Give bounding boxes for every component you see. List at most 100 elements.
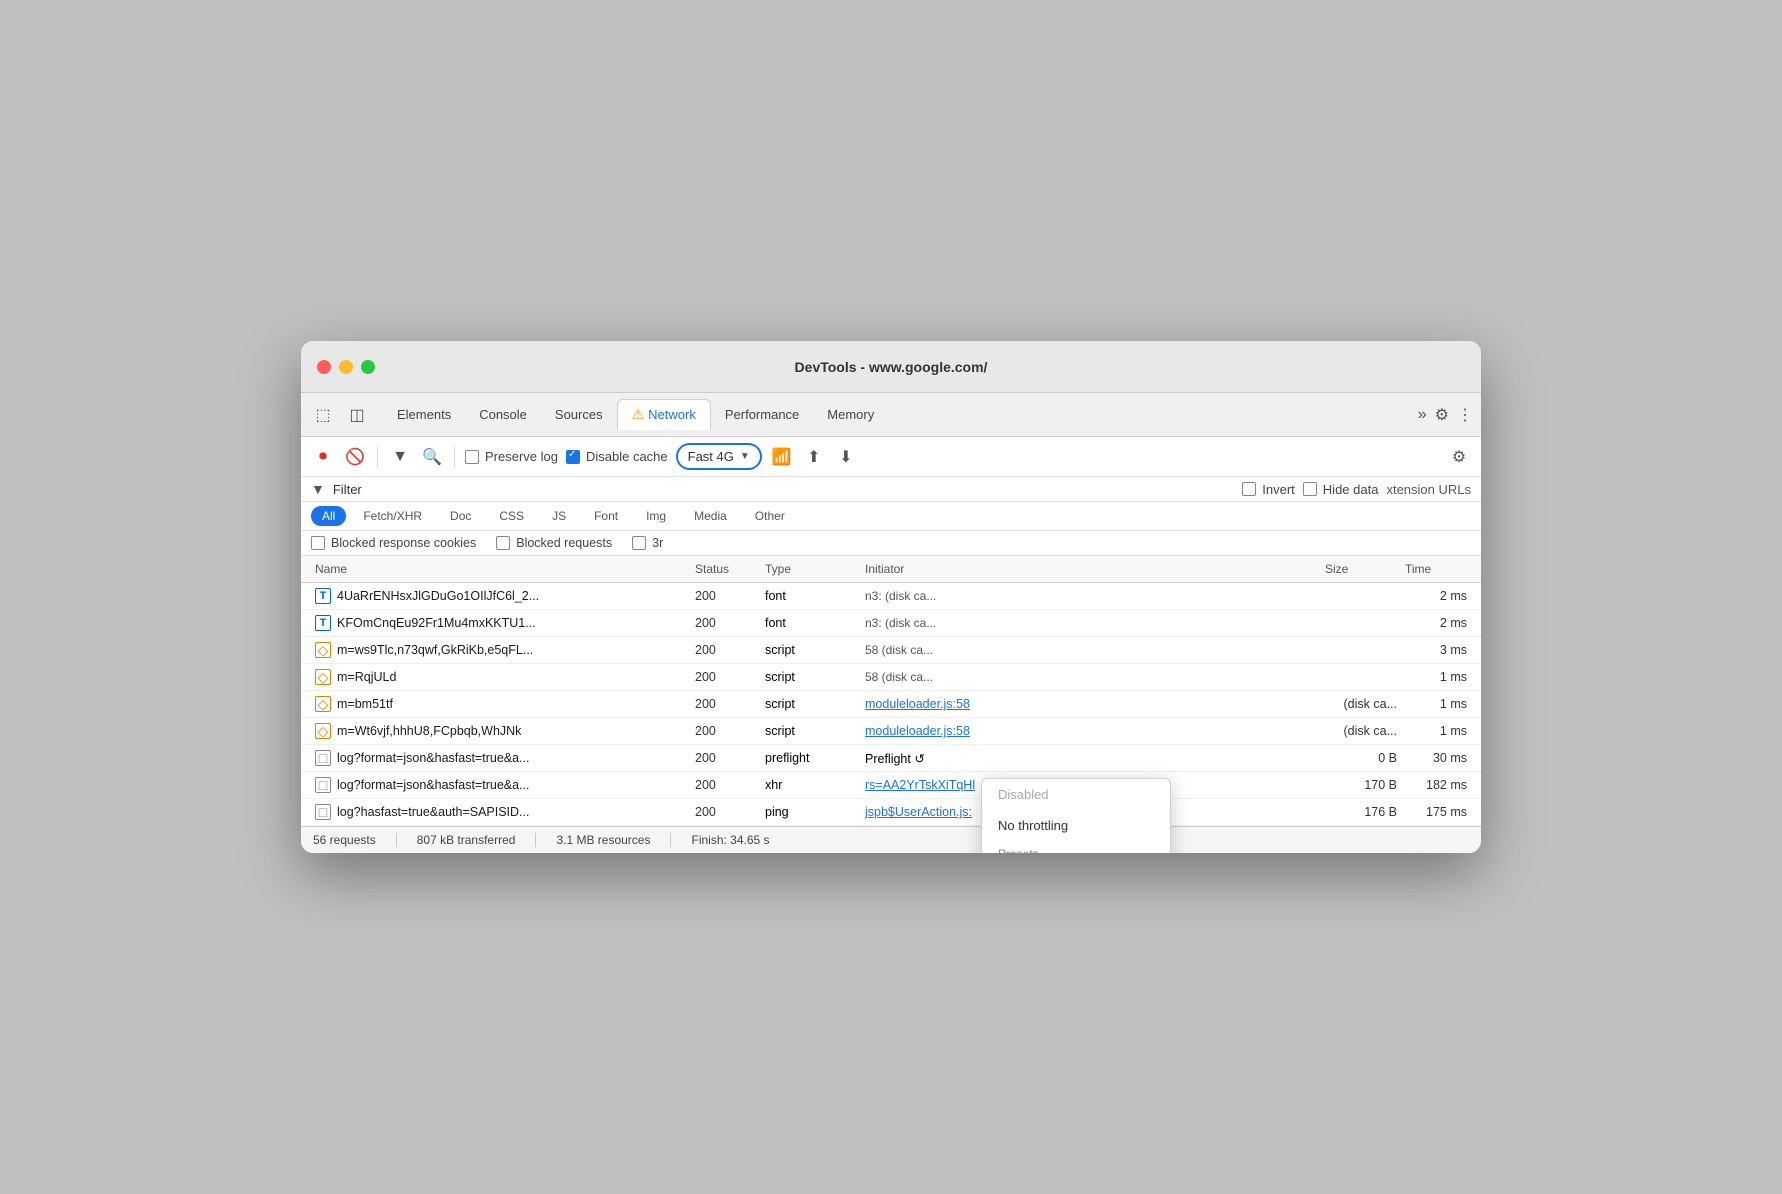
import-icon[interactable]: ⬆	[802, 445, 826, 469]
close-button[interactable]	[317, 360, 331, 374]
blocked-cookies-checkbox[interactable]	[311, 536, 325, 550]
file-name: m=Wt6vjf,hhhU8,FCpbqb,WhJNk	[337, 724, 521, 738]
more-tabs-icon[interactable]: »	[1418, 406, 1427, 424]
throttle-dropdown-button[interactable]: Fast 4G ▼	[676, 443, 762, 470]
tab-icon-group: ⬚ ◫	[309, 401, 371, 429]
type-btn-other[interactable]: Other	[744, 506, 796, 526]
header-time[interactable]: Time	[1401, 556, 1471, 582]
cursor-icon[interactable]: ⬚	[309, 401, 337, 429]
tab-console[interactable]: Console	[465, 401, 541, 428]
hide-data-checkbox[interactable]	[1303, 482, 1317, 496]
cell-status: 200	[691, 638, 761, 662]
cell-name: ◇ m=ws9Tlc,n73qwf,GkRiKb,e5qFL...	[311, 637, 691, 663]
header-size[interactable]: Size	[1321, 556, 1401, 582]
titlebar: DevTools - www.google.com/	[301, 341, 1481, 393]
blocked-requests-checkbox[interactable]	[496, 536, 510, 550]
cell-size	[1321, 618, 1401, 628]
cell-name: □ log?format=json&hasfast=true&a...	[311, 745, 691, 771]
cell-size	[1321, 672, 1401, 682]
type-btn-media[interactable]: Media	[683, 506, 738, 526]
type-btn-fetchxhr[interactable]: Fetch/XHR	[352, 506, 433, 526]
blocked-requests-item: Blocked requests	[496, 536, 612, 550]
minimize-button[interactable]	[339, 360, 353, 374]
throttle-dropdown: Disabled No throttling Presets ✓ Fast 4G…	[981, 778, 1171, 853]
tab-sources[interactable]: Sources	[541, 401, 617, 428]
extension-urls-label: xtension URLs	[1386, 482, 1471, 497]
cell-type: script	[761, 665, 861, 689]
cell-initiator: 58 (disk ca...	[861, 638, 1321, 662]
table-row[interactable]: □ log?format=json&hasfast=true&a... 200 …	[301, 772, 1481, 799]
cell-type: font	[761, 584, 861, 608]
file-name: 4UaRrENHsxJlGDuGo1OIlJfC6l_2...	[337, 589, 539, 603]
invert-checkbox[interactable]	[1242, 482, 1256, 496]
tab-network[interactable]: ⚠ Network	[617, 399, 711, 430]
blocked-bar: Blocked response cookies Blocked request…	[301, 531, 1481, 556]
header-name[interactable]: Name	[311, 556, 691, 582]
record-button[interactable]: ⏺	[311, 445, 335, 469]
settings-icon[interactable]: ⚙	[1435, 405, 1449, 425]
maximize-button[interactable]	[361, 360, 375, 374]
dropdown-item-no-throttling[interactable]: No throttling	[982, 810, 1170, 841]
network-conditions-icon[interactable]: 📶	[770, 445, 794, 469]
type-btn-css[interactable]: CSS	[488, 506, 535, 526]
file-name: log?format=json&hasfast=true&a...	[337, 778, 529, 792]
table-row[interactable]: ◇ m=RqjULd 200 script 58 (disk ca... 1 m…	[301, 664, 1481, 691]
filter-icon[interactable]: ▼	[388, 445, 412, 469]
export-icon[interactable]: ⬇	[834, 445, 858, 469]
cell-name: ◇ m=bm51tf	[311, 691, 691, 717]
blocked-3r-checkbox[interactable]	[632, 536, 646, 550]
table-row[interactable]: ◇ m=bm51tf 200 script moduleloader.js:58…	[301, 691, 1481, 718]
chevron-down-icon: ▼	[740, 451, 750, 462]
type-btn-img[interactable]: Img	[635, 506, 677, 526]
cell-initiator: n3: (disk ca...	[861, 611, 1321, 635]
preserve-log-checkbox[interactable]	[465, 450, 479, 464]
cell-size	[1321, 591, 1401, 601]
type-btn-font[interactable]: Font	[583, 506, 629, 526]
cell-size: 170 B	[1321, 773, 1401, 797]
dropdown-item-disabled[interactable]: Disabled	[982, 779, 1170, 810]
inspect-icon[interactable]: ◫	[343, 401, 371, 429]
table-row[interactable]: □ log?format=json&hasfast=true&a... 200 …	[301, 745, 1481, 772]
file-name: log?hasfast=true&auth=SAPISID...	[337, 805, 529, 819]
type-btn-doc[interactable]: Doc	[439, 506, 482, 526]
preserve-log-group: Preserve log	[465, 449, 558, 464]
cell-name: T KFOmCnqEu92Fr1Mu4mxKKTU1...	[311, 610, 691, 636]
cell-initiator: n3: (disk ca...	[861, 584, 1321, 608]
cell-size: 176 B	[1321, 800, 1401, 824]
cell-initiator: Preflight ↺	[861, 746, 1321, 771]
preserve-log-label: Preserve log	[485, 449, 558, 464]
hide-data-group: Hide data	[1303, 482, 1379, 497]
tab-elements[interactable]: Elements	[383, 401, 465, 428]
cell-status: 200	[691, 719, 761, 743]
clear-button[interactable]: 🚫	[343, 445, 367, 469]
header-status[interactable]: Status	[691, 556, 761, 582]
dropdown-item-label: No throttling	[998, 818, 1068, 833]
search-button[interactable]: 🔍	[420, 445, 444, 469]
status-bar: 56 requests 807 kB transferred 3.1 MB re…	[301, 826, 1481, 853]
table-row[interactable]: T KFOmCnqEu92Fr1Mu4mxKKTU1... 200 font n…	[301, 610, 1481, 637]
table-row[interactable]: □ log?hasfast=true&auth=SAPISID... 200 p…	[301, 799, 1481, 826]
table-row[interactable]: ◇ m=ws9Tlc,n73qwf,GkRiKb,e5qFL... 200 sc…	[301, 637, 1481, 664]
type-btn-js[interactable]: JS	[541, 506, 577, 526]
finish-time: Finish: 34.65 s	[691, 833, 789, 847]
file-name: m=RqjULd	[337, 670, 396, 684]
type-btn-all[interactable]: All	[311, 506, 346, 526]
cell-time: 3 ms	[1401, 638, 1471, 662]
cell-status: 200	[691, 611, 761, 635]
table-row[interactable]: T 4UaRrENHsxJlGDuGo1OIlJfC6l_2... 200 fo…	[301, 583, 1481, 610]
cell-time: 175 ms	[1401, 800, 1471, 824]
window-controls	[317, 360, 375, 374]
window-title: DevTools - www.google.com/	[795, 359, 988, 375]
disable-cache-checkbox[interactable]	[566, 450, 580, 464]
filter-input[interactable]: Filter	[333, 482, 362, 497]
header-initiator[interactable]: Initiator	[861, 556, 1321, 582]
cell-name: T 4UaRrENHsxJlGDuGo1OIlJfC6l_2...	[311, 583, 691, 609]
disable-cache-group: Disable cache	[566, 449, 668, 464]
tabs-bar: ⬚ ◫ Elements Console Sources ⚠ Network P…	[301, 393, 1481, 437]
table-row[interactable]: ◇ m=Wt6vjf,hhhU8,FCpbqb,WhJNk 200 script…	[301, 718, 1481, 745]
tab-memory[interactable]: Memory	[813, 401, 888, 428]
header-type[interactable]: Type	[761, 556, 861, 582]
tab-performance[interactable]: Performance	[711, 401, 813, 428]
menu-icon[interactable]: ⋮	[1457, 405, 1473, 425]
network-settings-icon[interactable]: ⚙	[1447, 445, 1471, 469]
